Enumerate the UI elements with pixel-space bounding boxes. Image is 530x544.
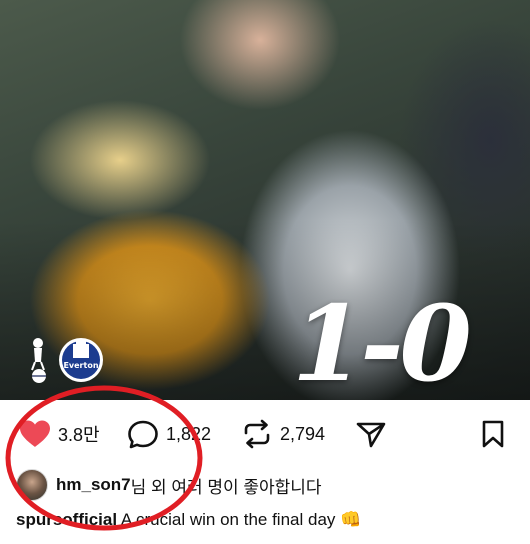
likes-count: 3.8만 xyxy=(58,425,100,445)
caption-username[interactable]: spursofficial xyxy=(16,510,117,529)
post-image[interactable]: Everton 1-0 xyxy=(0,0,530,400)
liked-by-line: hm_son7 님 외 여러 명이 좋아합니다 xyxy=(16,468,322,502)
score-text: 1-0 xyxy=(292,282,472,400)
bookmark-icon xyxy=(482,420,504,448)
liked-by-username[interactable]: hm_son7 xyxy=(56,475,131,495)
liked-by-suffix[interactable]: 님 외 여러 명이 좋아합니다 xyxy=(131,473,322,498)
post-caption: spursofficial A crucial win on the final… xyxy=(16,510,361,536)
everton-crest-icon: Everton xyxy=(59,338,103,382)
comment-button[interactable]: 1,822 xyxy=(126,420,212,449)
caption-text: A crucial win on the final day 👊 xyxy=(120,510,362,529)
share-icon xyxy=(356,422,386,448)
avatar[interactable] xyxy=(16,469,48,501)
repost-icon xyxy=(244,419,270,449)
reposts-count: 2,794 xyxy=(280,423,326,444)
bookmark-button[interactable] xyxy=(478,420,508,448)
action-bar: 3.8만 1,822 2,794 xyxy=(0,404,530,462)
spurs-crest-icon xyxy=(31,338,46,383)
heart-icon xyxy=(20,420,50,447)
comments-count: 1,822 xyxy=(166,423,212,444)
everton-crest-text: Everton xyxy=(63,361,98,370)
like-button[interactable]: 3.8만 xyxy=(18,420,100,448)
repost-button[interactable]: 2,794 xyxy=(240,419,326,449)
comment-icon xyxy=(128,420,158,449)
share-button[interactable] xyxy=(354,420,388,448)
